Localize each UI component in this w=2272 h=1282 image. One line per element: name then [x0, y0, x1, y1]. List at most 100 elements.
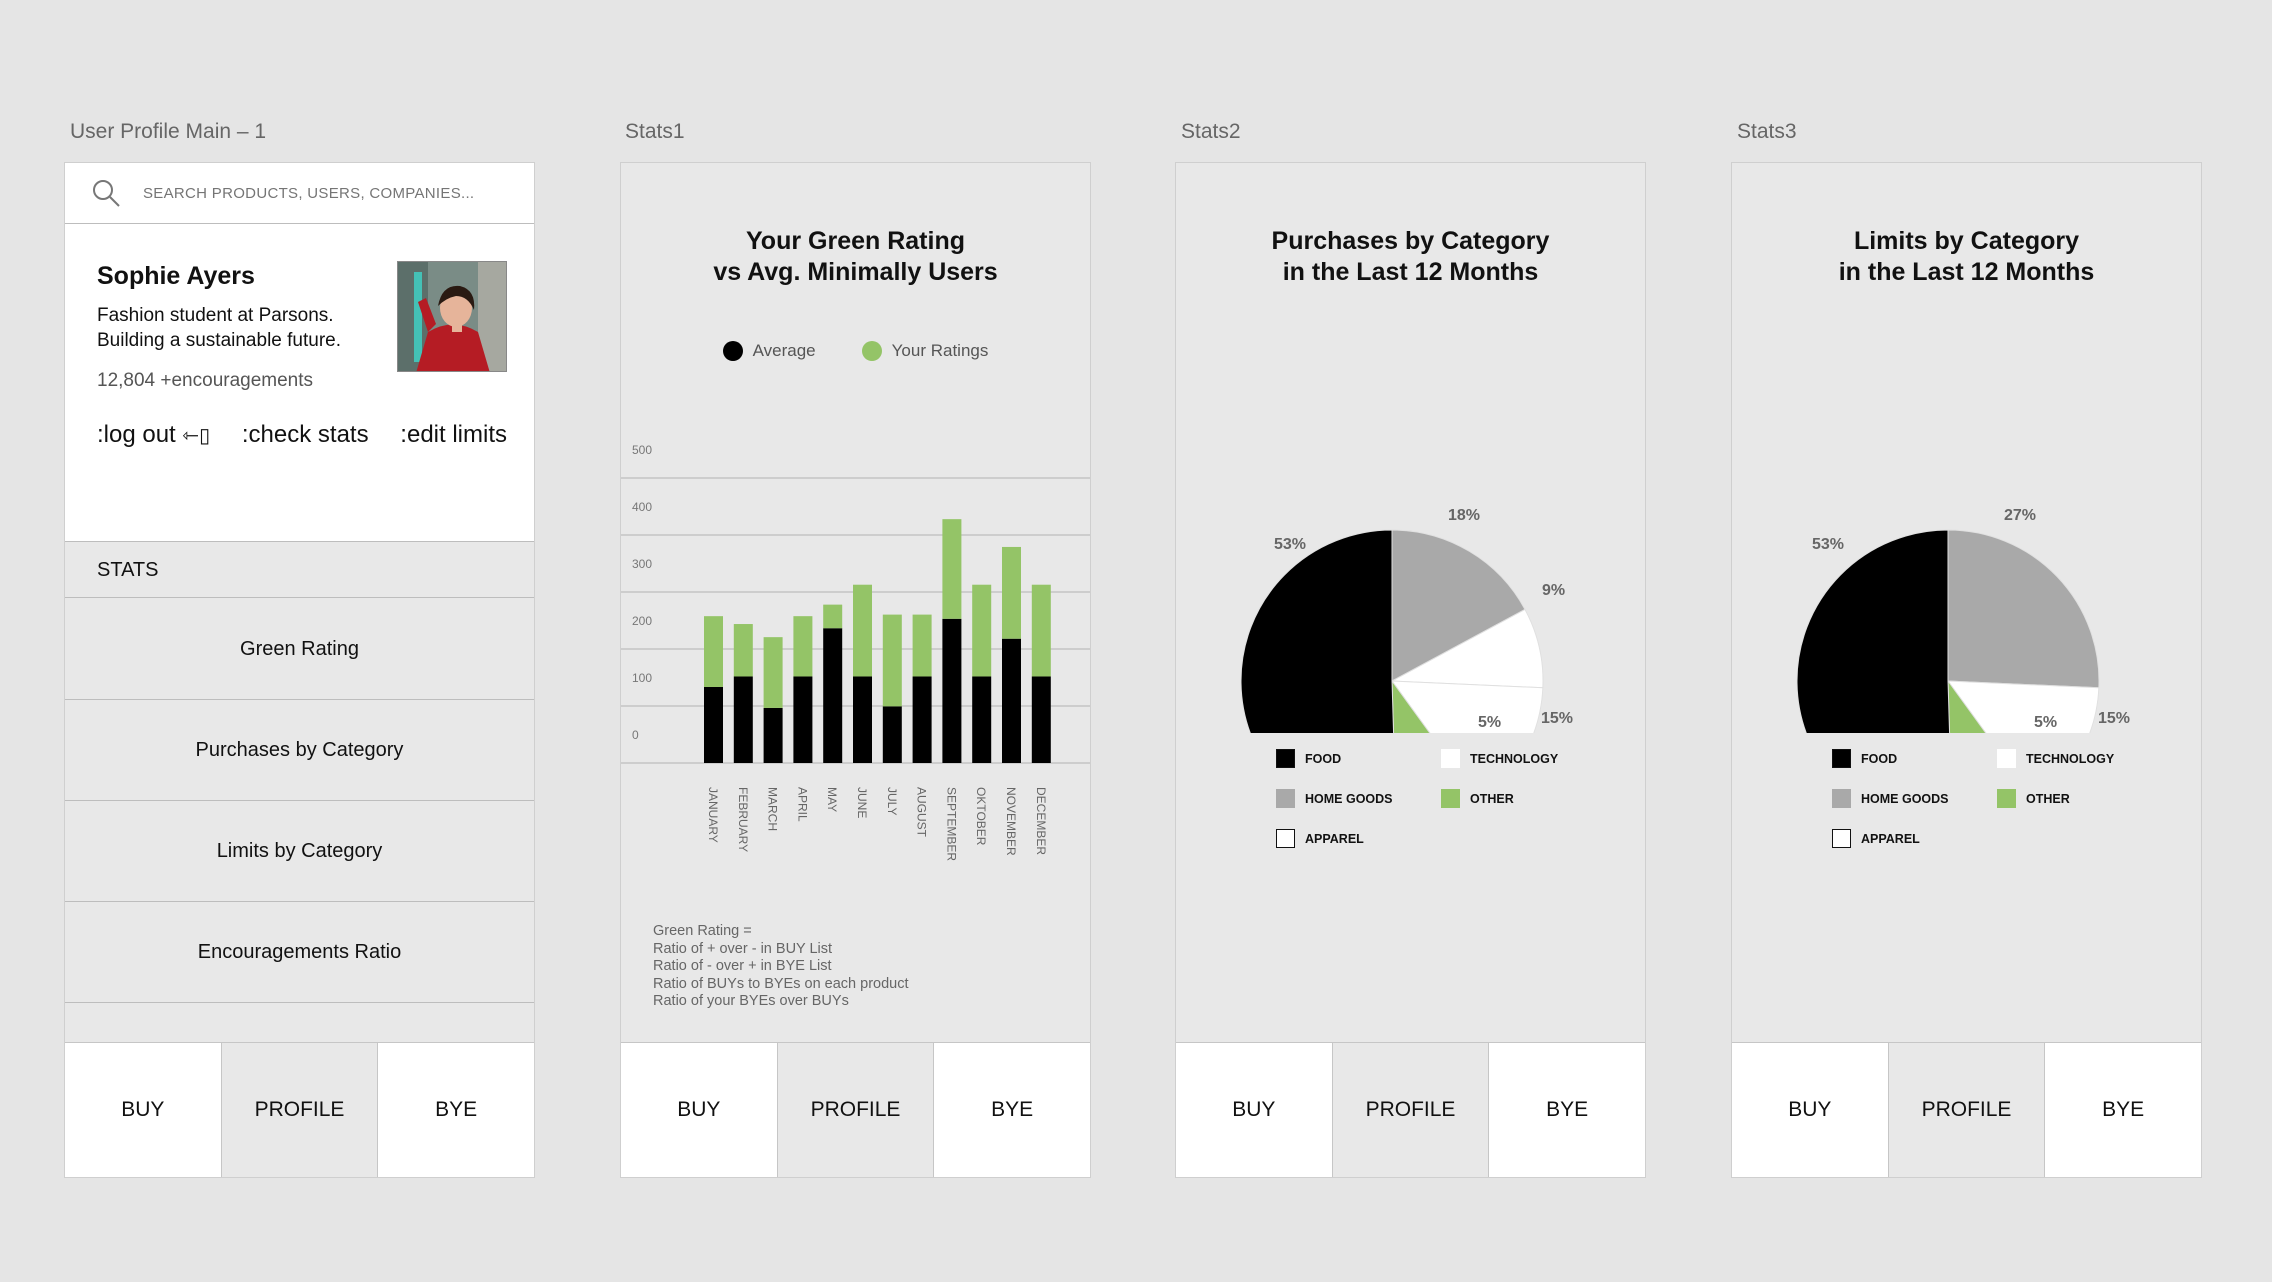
bar-average — [823, 628, 843, 763]
x-tick-label: DECEMBER — [1034, 787, 1048, 855]
pie-chart: 53% 18% 9% 15% 5% — [1240, 507, 1573, 733]
legend-item-food: FOOD — [1276, 749, 1441, 768]
nav-bye-button[interactable]: BYE — [378, 1043, 534, 1177]
pie-label: 5% — [2034, 714, 2057, 731]
logout-label: :log out — [97, 421, 176, 448]
avatar[interactable] — [397, 261, 507, 372]
chart-title-line-1: Your Green Rating — [745, 227, 965, 255]
x-tick-label: JANUARY — [706, 787, 720, 843]
bio-line-2: Building a sustainable future. — [97, 330, 341, 351]
encouragements-count: 12,804 +encouragements — [97, 370, 314, 391]
bio-line-1: Fashion student at Parsons. — [97, 305, 334, 326]
legend-item-technology: TECHNOLOGY — [1441, 749, 1606, 768]
note-line: Green Rating = — [653, 923, 752, 939]
legend-swatch-home-goods — [1276, 789, 1295, 808]
bar-average — [882, 706, 902, 763]
bar-your-ratings — [823, 604, 843, 629]
search-icon — [93, 180, 120, 207]
bar-average — [763, 707, 783, 763]
y-tick-label: 200 — [632, 614, 652, 628]
y-tick-label: 400 — [632, 500, 652, 514]
profile-card: Sophie Ayers Fashion student at Parsons.… — [65, 224, 534, 542]
bar-your-ratings — [793, 616, 813, 677]
edit-limits-link[interactable]: :edit limits — [400, 421, 507, 449]
green-rating-note: Green Rating = Ratio of + over - in BUY … — [653, 923, 909, 1011]
nav-buy-button[interactable]: BUY — [621, 1043, 778, 1177]
legend-item-home-goods: HOME GOODS — [1832, 789, 1997, 808]
legend-label-food: FOOD — [1861, 751, 1898, 766]
legend-swatch-other — [1997, 789, 2016, 808]
user-bio: Fashion student at Parsons. Building a s… — [97, 303, 397, 353]
nav-buy-button[interactable]: BUY — [1176, 1043, 1333, 1177]
bar-average — [912, 676, 932, 763]
nav-profile-button[interactable]: PROFILE — [777, 1043, 935, 1177]
y-tick-label: 0 — [632, 728, 639, 742]
legend-swatch-average — [722, 341, 743, 361]
profile-screen: Sophie Ayers Fashion student at Parsons.… — [64, 162, 535, 1178]
stats3-screen: Limits by Category in the Last 12 Months… — [1731, 162, 2202, 1178]
search-input[interactable] — [143, 184, 483, 202]
nav-profile-button[interactable]: PROFILE — [1888, 1043, 2046, 1177]
nav-buy-button[interactable]: BUY — [1732, 1043, 1889, 1177]
x-tick-label: FEBRUARY — [736, 787, 750, 852]
pie-slice-home-goods — [1947, 529, 2100, 689]
search-bar[interactable] — [65, 163, 534, 224]
chart-title-line-2: in the Last 12 Months — [1282, 258, 1539, 286]
pie-slices — [1240, 529, 1544, 733]
legend-label-yours: Your Ratings — [891, 341, 989, 360]
legend-label-home-goods: HOME GOODS — [1305, 791, 1393, 806]
nav-bye-button[interactable]: BYE — [2045, 1043, 2201, 1177]
bar-your-ratings — [942, 519, 962, 619]
legend-label-food: FOOD — [1305, 751, 1342, 766]
stat-item-purchases-by-category[interactable]: Purchases by Category — [65, 700, 534, 801]
x-tick-label: OKTOBER — [974, 787, 988, 846]
chart-title-line-1: Purchases by Category — [1271, 227, 1550, 255]
nav-bye-button[interactable]: BYE — [934, 1043, 1090, 1177]
stats2-screen: Purchases by Category in the Last 12 Mon… — [1175, 162, 1646, 1178]
stats-header: STATS — [65, 543, 534, 598]
bottom-nav: BUY PROFILE BYE — [65, 1042, 534, 1177]
x-tick-label: SEPTEMBER — [944, 787, 958, 861]
chart-title: Limits by Category in the Last 12 Months — [1732, 226, 2201, 288]
legend-label-apparel: APPAREL — [1861, 831, 1920, 846]
chart-title-line-2: vs Avg. Minimally Users — [713, 258, 998, 286]
nav-profile-button[interactable]: PROFILE — [1332, 1043, 1490, 1177]
nav-profile-button[interactable]: PROFILE — [221, 1043, 379, 1177]
frame-label-stats3: Stats3 — [1737, 120, 1797, 143]
pie-label: 15% — [2098, 710, 2130, 727]
pie-label: 53% — [1812, 536, 1844, 553]
y-tick-label: 300 — [632, 557, 652, 571]
note-line: Ratio of BUYs to BYEs on each product — [653, 975, 909, 992]
stat-item-green-rating[interactable]: Green Rating — [65, 599, 534, 700]
pie-label: 18% — [1448, 507, 1480, 524]
stat-item-encouragements-ratio[interactable]: Encouragements Ratio — [65, 902, 534, 1003]
pie-slice-food — [1796, 529, 1951, 733]
bar-average — [972, 676, 992, 763]
pie-chart: 53% 27% 15% 5% — [1796, 507, 2130, 733]
pie-label: 15% — [1541, 710, 1573, 727]
legend-swatch-technology — [1997, 749, 2016, 768]
bar-your-ratings — [1031, 584, 1051, 677]
user-name: Sophie Ayers — [97, 262, 255, 290]
stat-item-limits-by-category[interactable]: Limits by Category — [65, 801, 534, 902]
pie-label: 5% — [1478, 714, 1501, 731]
legend-item-home-goods: HOME GOODS — [1276, 789, 1441, 808]
legend-label-other: OTHER — [2026, 791, 2070, 806]
nav-buy-button[interactable]: BUY — [65, 1043, 222, 1177]
legend-swatch-apparel — [1832, 829, 1851, 848]
pie-label: 27% — [2004, 507, 2036, 524]
legend-swatch-apparel — [1276, 829, 1295, 848]
bottom-nav: BUY PROFILE BYE — [621, 1042, 1090, 1177]
nav-bye-button[interactable]: BYE — [1489, 1043, 1645, 1177]
x-tick-label: MARCH — [766, 787, 780, 831]
legend-swatch-yours — [861, 341, 882, 361]
pie-label: 9% — [1542, 582, 1565, 599]
legend-label-technology: TECHNOLOGY — [2026, 751, 2115, 766]
logout-link[interactable]: :log out ⇽▯ — [97, 421, 210, 449]
bar-your-ratings — [733, 624, 753, 677]
bar-average — [793, 676, 813, 763]
chart-title: Purchases by Category in the Last 12 Mon… — [1176, 226, 1645, 288]
bar-chart: 500 400 300 200 100 0 JANUARY FEBRUARY MARCH APRI… — [621, 443, 1090, 861]
legend-label-apparel: APPAREL — [1305, 831, 1364, 846]
check-stats-link[interactable]: :check stats — [242, 421, 369, 449]
